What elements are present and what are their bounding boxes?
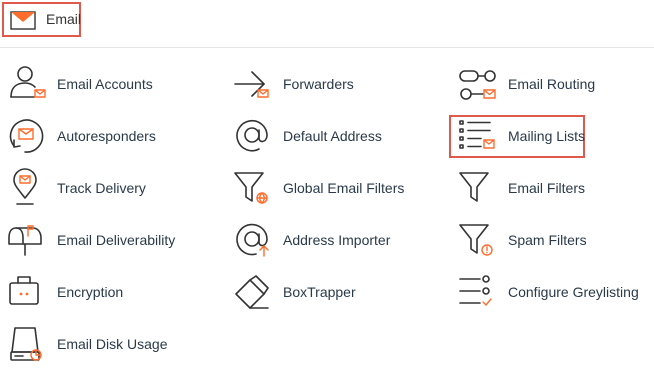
configure-greylisting-link[interactable]: Configure Greylisting bbox=[459, 272, 654, 316]
email-filters-link[interactable]: Email Filters bbox=[459, 168, 654, 212]
email-deliverability-link[interactable]: Email Deliverability bbox=[8, 220, 218, 264]
box-trap-icon bbox=[235, 275, 269, 309]
mailbox-icon bbox=[8, 225, 42, 256]
section-title-email[interactable]: Email bbox=[2, 2, 81, 37]
address-importer-label: Address Importer bbox=[283, 232, 391, 248]
section-title-label: Email bbox=[46, 11, 82, 27]
email-disk-usage-label: Email Disk Usage bbox=[57, 336, 168, 352]
greylisting-checklist-icon bbox=[459, 275, 492, 306]
track-delivery-label: Track Delivery bbox=[57, 180, 146, 196]
location-pin-icon bbox=[13, 168, 37, 205]
forward-arrow-icon bbox=[234, 71, 269, 98]
email-routing-label: Email Routing bbox=[508, 76, 596, 92]
mailing-lists-link[interactable]: Mailing Lists bbox=[459, 116, 654, 160]
global-email-filters-label: Global Email Filters bbox=[283, 180, 405, 196]
forwarders-link[interactable]: Forwarders bbox=[234, 64, 444, 108]
mailing-list-icon bbox=[459, 120, 495, 149]
briefcase-lock-icon bbox=[9, 276, 39, 305]
forwarders-label: Forwarders bbox=[283, 76, 354, 92]
spam-filters-link[interactable]: Spam Filters bbox=[459, 220, 654, 264]
track-delivery-link[interactable]: Track Delivery bbox=[8, 168, 218, 212]
encryption-link[interactable]: Encryption bbox=[8, 272, 218, 316]
autoresponder-icon bbox=[9, 119, 44, 153]
global-email-filters-link[interactable]: Global Email Filters bbox=[234, 168, 444, 212]
configure-greylisting-label: Configure Greylisting bbox=[508, 284, 639, 300]
disk-usage-icon bbox=[10, 327, 42, 361]
boxtrapper-link[interactable]: BoxTrapper bbox=[234, 272, 444, 316]
email-filters-label: Email Filters bbox=[508, 180, 586, 196]
spam-filters-label: Spam Filters bbox=[508, 232, 587, 248]
boxtrapper-label: BoxTrapper bbox=[283, 284, 356, 300]
user-mail-icon bbox=[10, 66, 46, 98]
at-sign-icon bbox=[236, 119, 268, 152]
encryption-label: Encryption bbox=[57, 284, 124, 300]
email-disk-usage-link[interactable]: Email Disk Usage bbox=[8, 324, 218, 368]
address-importer-icon bbox=[236, 223, 269, 257]
address-importer-link[interactable]: Address Importer bbox=[234, 220, 444, 264]
filter-icon bbox=[459, 172, 489, 202]
section-header: Email bbox=[0, 0, 654, 48]
autoresponders-link[interactable]: Autoresponders bbox=[8, 116, 218, 160]
email-routing-link[interactable]: Email Routing bbox=[459, 64, 654, 108]
autoresponders-label: Autoresponders bbox=[57, 128, 156, 144]
mailing-lists-label: Mailing Lists bbox=[508, 128, 586, 144]
routing-icon bbox=[459, 70, 496, 100]
spam-filter-icon bbox=[459, 224, 493, 256]
global-filter-icon bbox=[234, 172, 268, 204]
envelope-icon bbox=[10, 11, 36, 30]
email-accounts-label: Email Accounts bbox=[57, 76, 153, 92]
email-accounts-link[interactable]: Email Accounts bbox=[8, 64, 218, 108]
default-address-label: Default Address bbox=[283, 128, 382, 144]
default-address-link[interactable]: Default Address bbox=[234, 116, 444, 160]
email-deliverability-label: Email Deliverability bbox=[57, 232, 176, 248]
